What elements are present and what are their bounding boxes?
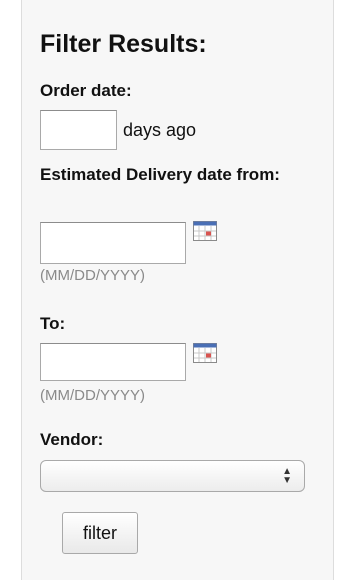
delivery-from-format-hint: (MM/DD/YYYY) [40, 267, 145, 284]
delivery-to-date-input[interactable] [40, 343, 186, 381]
estimated-delivery-from-label: Estimated Delivery date from: [40, 165, 280, 184]
to-label: To: [40, 314, 66, 333]
delivery-from-date-input[interactable] [40, 222, 186, 264]
vendor-label: Vendor: [40, 430, 104, 449]
filter-button[interactable]: filter [62, 512, 138, 554]
delivery-to-format-hint: (MM/DD/YYYY) [40, 387, 145, 404]
vendor-select[interactable]: ▲ ▼ [40, 460, 305, 492]
order-date-label: Order date: [40, 81, 132, 100]
order-date-days-input[interactable] [40, 110, 117, 150]
filter-title: Filter Results: [40, 30, 207, 58]
calendar-icon[interactable] [193, 221, 217, 241]
days-ago-label: days ago [123, 120, 197, 140]
calendar-icon[interactable] [193, 343, 217, 363]
select-arrows-icon: ▲ ▼ [282, 466, 292, 486]
